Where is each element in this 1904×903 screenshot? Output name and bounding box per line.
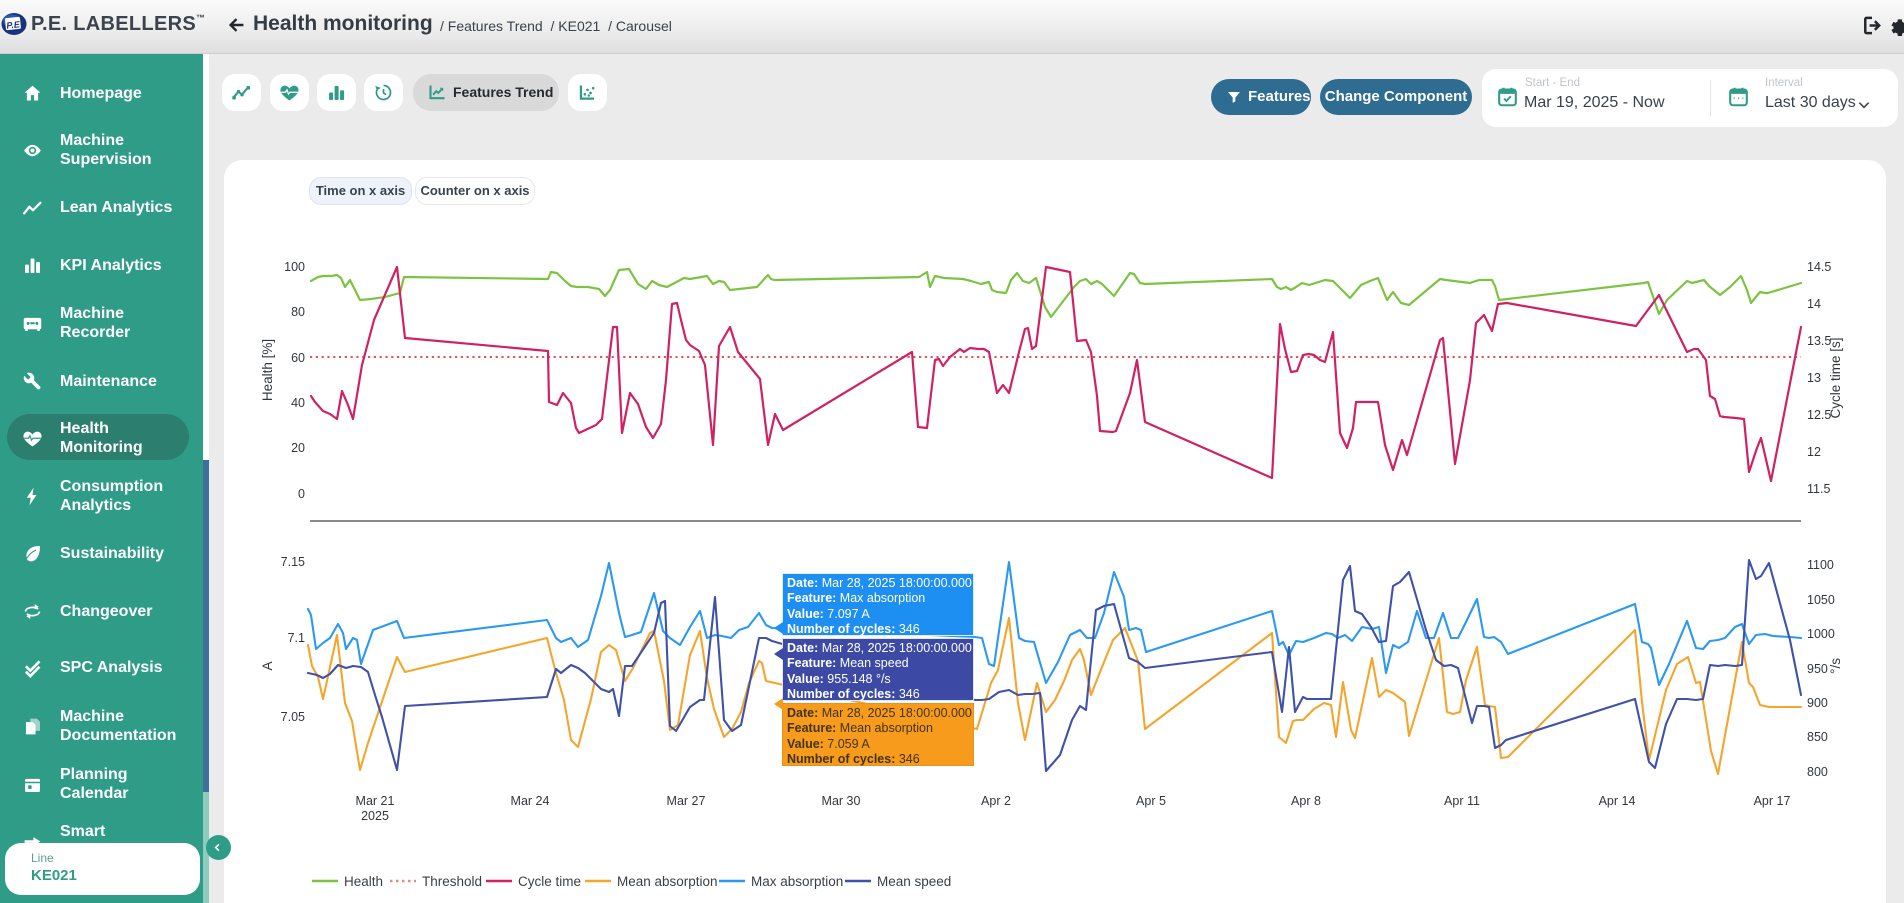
svg-text:P.E: P.E xyxy=(6,19,21,30)
